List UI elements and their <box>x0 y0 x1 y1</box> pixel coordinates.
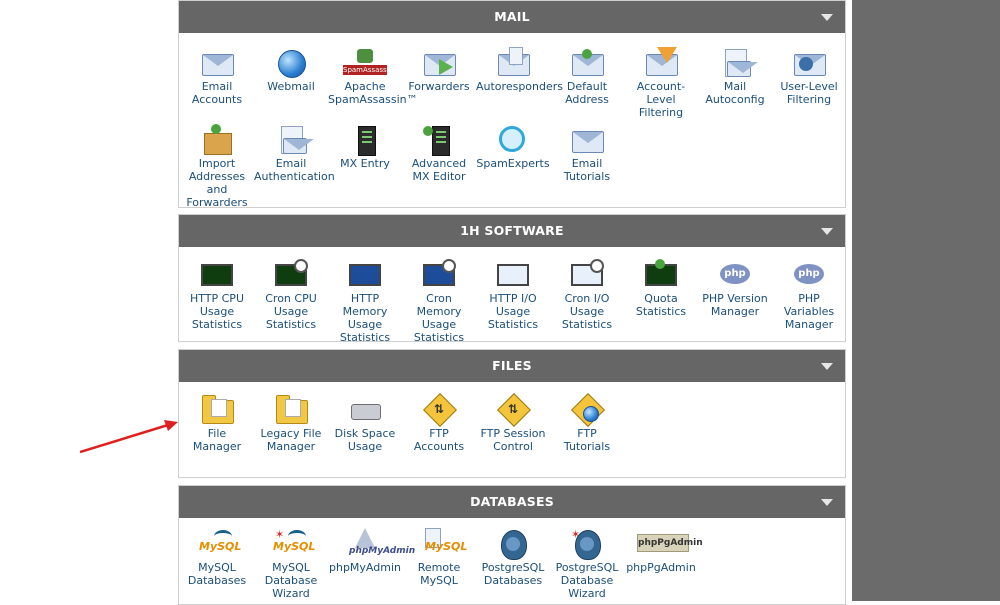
postgresql-icon <box>495 528 531 560</box>
spamassassin-icon: SpamAssassin <box>343 47 393 79</box>
email-auth-icon <box>273 124 314 156</box>
mx-entry-item[interactable]: MX Entry <box>328 124 402 170</box>
mail-panel: MAIL Email Accounts Webmail SpamAssassin … <box>178 0 846 209</box>
cron-cpu-icon <box>273 259 309 291</box>
ftp-accounts-icon: ⇅ <box>421 393 457 427</box>
http-memory-icon <box>347 259 383 291</box>
import-icon <box>199 124 235 156</box>
remote-mysql-item[interactable]: MySQL Remote MySQL <box>402 528 476 587</box>
phppgadmin-icon: phpPgAdmin <box>637 528 703 560</box>
cron-memory-icon <box>421 259 457 291</box>
ftp-tutorials-icon <box>569 393 605 427</box>
mail-panel-header[interactable]: MAIL <box>179 1 845 33</box>
legacy-file-manager-item[interactable]: Legacy File Manager <box>254 394 328 453</box>
import-addresses-item[interactable]: Import Addresses and Forwarders <box>180 124 254 209</box>
right-gray-background <box>852 0 1000 601</box>
http-cpu-icon <box>199 259 235 291</box>
account-level-filtering-item[interactable]: Account- Level Filtering <box>624 47 698 119</box>
cron-cpu-item[interactable]: Cron CPU Usage Statistics <box>254 259 328 331</box>
mx-editor-icon <box>421 124 457 156</box>
user-filter-icon <box>791 47 827 79</box>
databases-panel: DATABASES MySQL MySQL Databases ✶ MySQL My… <box>178 485 846 605</box>
software-panel: 1H SOFTWARE HTTP CPU Usage Statistics Cron… <box>178 214 846 344</box>
legacy-file-manager-icon <box>273 394 309 426</box>
mx-entry-icon <box>347 124 383 156</box>
software-panel-title: 1H SOFTWARE <box>460 223 564 238</box>
remote-mysql-icon: MySQL <box>421 528 467 560</box>
default-address-icon <box>569 47 605 79</box>
user-level-filtering-item[interactable]: User-Level Filtering <box>772 47 846 106</box>
mail-autoconfig-icon <box>717 47 758 79</box>
mysql-databases-item[interactable]: MySQL MySQL Databases <box>180 528 254 587</box>
php-variables-icon: php <box>791 259 827 291</box>
quota-statistics-item[interactable]: Quota Statistics <box>624 259 698 318</box>
cron-memory-item[interactable]: Cron Memory Usage Statistics <box>402 259 476 344</box>
annotation-arrow-icon <box>80 420 178 454</box>
cron-io-icon <box>569 259 605 291</box>
mail-panel-title: MAIL <box>494 9 530 24</box>
disk-space-icon <box>347 394 383 426</box>
databases-panel-title: DATABASES <box>470 494 554 509</box>
phpmyadmin-icon: phpMyAdmin <box>347 528 415 560</box>
email-tutorials-icon <box>569 124 605 156</box>
php-version-icon: php <box>717 259 753 291</box>
collapse-chevron-icon[interactable] <box>821 14 833 21</box>
http-io-icon <box>495 259 531 291</box>
email-accounts-icon <box>199 47 235 79</box>
cron-io-item[interactable]: Cron I/O Usage Statistics <box>550 259 624 331</box>
php-version-manager-item[interactable]: php PHP Version Manager <box>698 259 772 318</box>
forwarders-item[interactable]: Forwarders <box>402 47 476 93</box>
advanced-mx-editor-item[interactable]: Advanced MX Editor <box>402 124 476 183</box>
files-panel-title: FILES <box>492 358 532 373</box>
http-cpu-item[interactable]: HTTP CPU Usage Statistics <box>180 259 254 331</box>
postgresql-database-wizard-item[interactable]: ✶ PostgreSQL Database Wizard <box>550 528 624 600</box>
mail-autoconfig-item[interactable]: Mail Autoconfig <box>698 47 772 106</box>
files-panel: FILES File Manager Legacy File Manager Dis… <box>178 349 846 478</box>
account-filter-icon <box>643 47 679 79</box>
files-panel-header[interactable]: FILES <box>179 350 845 382</box>
file-manager-icon <box>199 394 235 426</box>
email-tutorials-item[interactable]: Email Tutorials <box>550 124 624 183</box>
spamexperts-icon <box>495 124 531 156</box>
mysql-database-wizard-item[interactable]: ✶ MySQL MySQL Database Wizard <box>254 528 328 600</box>
http-memory-item[interactable]: HTTP Memory Usage Statistics <box>328 259 402 344</box>
file-manager-item[interactable]: File Manager <box>180 394 254 453</box>
collapse-chevron-icon[interactable] <box>821 499 833 506</box>
phppgadmin-item[interactable]: phpPgAdmin phpPgAdmin <box>624 528 703 574</box>
ftp-accounts-item[interactable]: ⇅ FTP Accounts <box>402 393 476 453</box>
collapse-chevron-icon[interactable] <box>821 228 833 235</box>
ftp-tutorials-item[interactable]: FTP Tutorials <box>550 393 624 453</box>
autoresponders-icon <box>495 47 531 79</box>
spamexperts-item[interactable]: SpamExperts <box>476 124 550 170</box>
default-address-item[interactable]: Default Address <box>550 47 624 106</box>
ftp-session-control-item[interactable]: ⇅ FTP Session Control <box>476 393 550 453</box>
spamassassin-item[interactable]: SpamAssassin Apache SpamAssassin™ <box>328 47 418 106</box>
postgresql-databases-item[interactable]: PostgreSQL Databases <box>476 528 550 587</box>
software-panel-header[interactable]: 1H SOFTWARE <box>179 215 845 247</box>
email-accounts-item[interactable]: Email Accounts <box>180 47 254 106</box>
email-authentication-item[interactable]: Email Authentication <box>254 124 335 183</box>
mysql-icon: MySQL <box>199 528 241 560</box>
quota-icon <box>643 259 679 291</box>
autoresponders-item[interactable]: Autoresponders <box>476 47 563 93</box>
postgresql-wizard-icon: ✶ <box>569 528 605 560</box>
webmail-item[interactable]: Webmail <box>254 47 328 93</box>
phpmyadmin-item[interactable]: phpMyAdmin phpMyAdmin <box>328 528 415 574</box>
disk-space-usage-item[interactable]: Disk Space Usage <box>328 394 402 453</box>
webmail-icon <box>273 47 309 79</box>
forwarders-icon <box>421 47 457 79</box>
mysql-wizard-icon: ✶ MySQL <box>273 528 316 553</box>
ftp-session-icon: ⇅ <box>495 393 531 427</box>
databases-panel-header[interactable]: DATABASES <box>179 486 845 518</box>
php-variables-manager-item[interactable]: php PHP Variables Manager <box>772 259 846 331</box>
http-io-item[interactable]: HTTP I/O Usage Statistics <box>476 259 550 331</box>
collapse-chevron-icon[interactable] <box>821 363 833 370</box>
